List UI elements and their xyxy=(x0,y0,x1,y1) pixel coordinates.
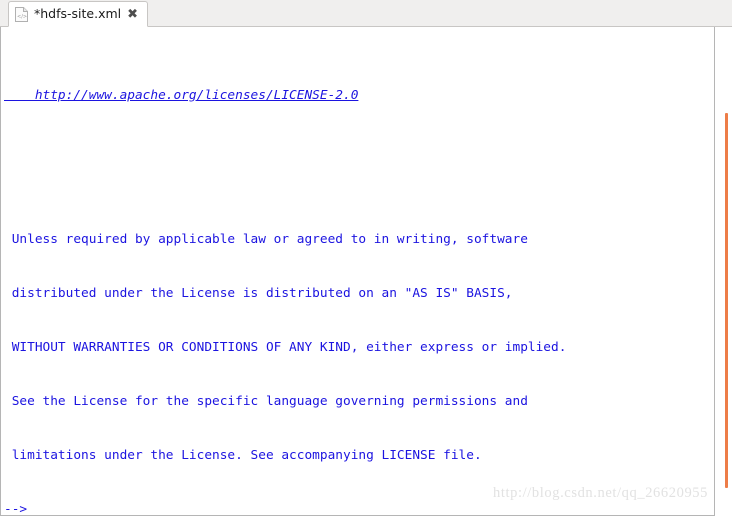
code-line-7: limitations under the License. See accom… xyxy=(4,447,714,465)
comment-text: WITHOUT WARRANTIES OR CONDITIONS OF ANY … xyxy=(4,340,567,355)
tab-label: *hdfs-site.xml xyxy=(34,5,122,21)
tab-hdfs-site-xml[interactable]: </> *hdfs-site.xml ✖ xyxy=(8,1,149,27)
code-line-3: Unless required by applicable law or agr… xyxy=(4,231,714,249)
tab-bar: </> *hdfs-site.xml ✖ xyxy=(0,0,732,27)
xml-file-icon: </> xyxy=(15,6,28,22)
code-content: http://www.apache.org/licenses/LICENSE-2… xyxy=(1,27,714,516)
code-line-1: http://www.apache.org/licenses/LICENSE-2… xyxy=(4,87,714,105)
close-icon[interactable]: ✖ xyxy=(127,8,138,21)
scrollbar-thumb[interactable] xyxy=(725,113,728,488)
license-url-link[interactable]: http://www.apache.org/licenses/LICENSE-2… xyxy=(4,88,359,103)
code-line-4: distributed under the License is distrib… xyxy=(4,285,714,303)
vertical-scrollbar[interactable] xyxy=(715,27,732,516)
code-editor[interactable]: http://www.apache.org/licenses/LICENSE-2… xyxy=(0,27,715,516)
comment-end-marker: --> xyxy=(4,502,28,516)
comment-text: Unless required by applicable law or agr… xyxy=(4,232,528,247)
editor-area: http://www.apache.org/licenses/LICENSE-2… xyxy=(0,27,732,516)
code-line-5: WITHOUT WARRANTIES OR CONDITIONS OF ANY … xyxy=(4,339,714,357)
svg-text:</>: </> xyxy=(17,14,27,20)
comment-text: limitations under the License. See accom… xyxy=(4,448,482,463)
watermark-text: http://blog.csdn.net/qq_26620955 xyxy=(493,485,708,501)
text-editor-window: </> *hdfs-site.xml ✖ http://www.apache.o… xyxy=(0,0,732,516)
comment-text: See the License for the specific languag… xyxy=(4,394,528,409)
code-line-6: See the License for the specific languag… xyxy=(4,393,714,411)
code-line-8: --> xyxy=(4,501,714,516)
comment-text: distributed under the License is distrib… xyxy=(4,286,513,301)
